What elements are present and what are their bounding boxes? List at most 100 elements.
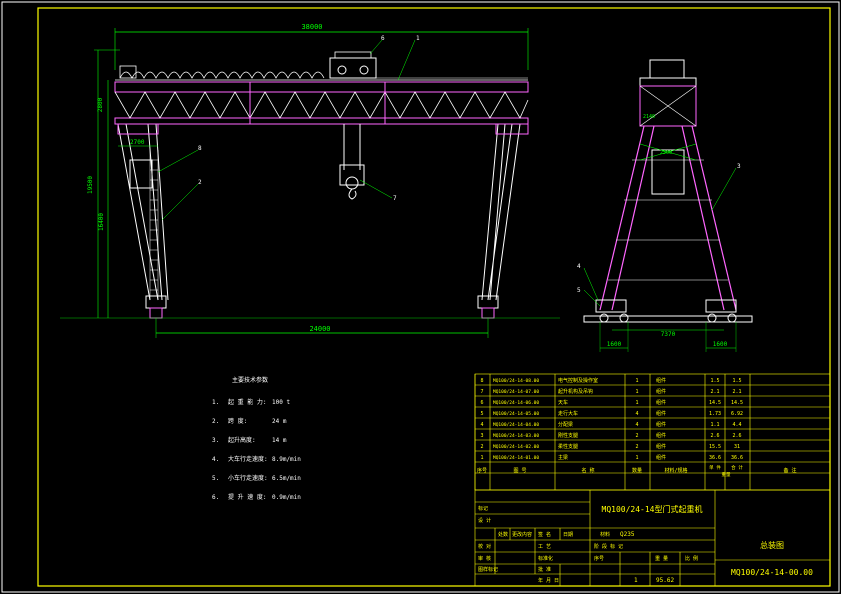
tb-weight: 重 量 <box>655 555 668 562</box>
side-label-top: 2140 <box>643 114 655 120</box>
param-num: 2. <box>212 418 219 425</box>
bom-no: 6 <box>480 400 483 406</box>
tb-process: 处数 <box>498 531 508 538</box>
tb-material-label: 材料 <box>600 531 610 538</box>
param-value: 0.9m/min <box>272 494 301 501</box>
bom-w2: 1.5 <box>732 378 741 384</box>
bom-no: 2 <box>480 444 483 450</box>
bom-h-name: 名 称 <box>581 467 594 474</box>
params-title: 主要技术参数 <box>232 376 268 384</box>
tb-stage: 阶 段 标 记 <box>594 543 623 550</box>
bom-qty: 2 <box>635 444 638 450</box>
bom-w2: 2.6 <box>732 433 741 439</box>
bom-code: MQ100/24-14-05.00 <box>493 411 539 417</box>
tb-date: 日期 <box>563 532 573 538</box>
bom-qty: 1 <box>635 455 638 461</box>
technical-params: 主要技术参数 1. 起 重 能 力: 100 t 2. 跨 度: 24 m 3. 起升高度: 1… <box>212 376 301 501</box>
tb-drawing-no: MQ100/24-14-00.00 <box>731 568 813 577</box>
callout-5: 5 <box>577 287 581 294</box>
side-dim-base: 7370 <box>661 331 676 338</box>
bom-h-weight: 重量 <box>722 471 731 478</box>
bom-mat: 组件 <box>656 421 666 428</box>
bom-mat: 组件 <box>656 454 666 461</box>
callout-1: 1 <box>416 35 420 42</box>
tb-std: 标准化 <box>538 555 553 562</box>
tb-qty: 1 <box>634 577 638 584</box>
tb-mark: 标记 <box>478 505 488 512</box>
bom-w1: 15.5 <box>709 444 721 450</box>
bom-name: 走行大车 <box>558 410 578 417</box>
bom-no: 4 <box>480 422 483 428</box>
bom-mat: 组件 <box>656 410 666 417</box>
dim-leg: 16400 <box>98 213 105 231</box>
bom-w2: 2.1 <box>732 389 741 395</box>
bom-qty: 1 <box>635 400 638 406</box>
tb-weight-val: 95.62 <box>656 577 674 584</box>
param-num: 3. <box>212 437 219 444</box>
bom-mat: 组件 <box>656 443 666 450</box>
param-value: 8.9m/min <box>272 456 301 463</box>
param-num: 6. <box>212 494 219 501</box>
side-dim-left: 1600 <box>607 341 622 348</box>
bom-w1: 1.73 <box>709 411 721 417</box>
tb-scale: 比 例 <box>685 555 698 562</box>
bom-mat: 组件 <box>656 399 666 406</box>
bom-w2: 6.92 <box>731 411 743 417</box>
tb-view-name: 总装图 <box>760 540 784 550</box>
bom-name: 电气控制及操作室 <box>558 377 598 384</box>
tb-check: 校 对 <box>478 543 491 550</box>
callout-4: 4 <box>577 263 581 270</box>
param-value: 6.5m/min <box>272 475 301 482</box>
tb-design: 设 计 <box>478 517 491 524</box>
bom-no: 5 <box>480 411 483 417</box>
param-label: 跨 度: <box>228 417 247 425</box>
bom-qty: 1 <box>635 389 638 395</box>
bom-name: 柔性支腿 <box>558 443 578 450</box>
bom-w1: 2.1 <box>710 389 719 395</box>
inner-frame <box>37 7 831 587</box>
param-label: 起升高度: <box>228 436 256 444</box>
callout-8: 8 <box>198 145 202 152</box>
right-leg <box>481 123 521 301</box>
bom-no: 1 <box>480 455 483 461</box>
bom-qty: 2 <box>635 433 638 439</box>
bom-name: 分配梁 <box>558 421 573 428</box>
param-label: 小车行走速度: <box>228 474 268 482</box>
callout-3: 3 <box>737 163 741 170</box>
tb-drawing-title: MQ100/24-14型门式起重机 <box>602 504 703 514</box>
tb-craft: 工 艺 <box>538 544 551 550</box>
bom-w2: 31 <box>734 444 740 450</box>
dim-top: 38000 <box>301 23 322 31</box>
tb-change: 更改内容 <box>512 531 532 538</box>
side-dim-right: 1600 <box>713 341 728 348</box>
bom-w1: 36.6 <box>709 455 721 461</box>
bom-qty: 4 <box>635 411 638 417</box>
bom-w1: 1.1 <box>710 422 719 428</box>
bom-h-mat: 材料/规格 <box>664 467 687 474</box>
dim-cab: 2700 <box>130 139 145 146</box>
bom-w1: 14.5 <box>709 400 721 406</box>
bom-h-remark: 备 注 <box>783 467 796 474</box>
side-label-mid: 2500 <box>660 150 672 156</box>
tb-approve: 批 准 <box>538 566 551 573</box>
bom-name: 起升机构及吊钩 <box>558 388 593 395</box>
bom-w2: 4.4 <box>732 422 741 428</box>
bom-mat: 组件 <box>656 377 666 384</box>
bom-no: 3 <box>480 433 483 439</box>
bom-code: MQ100/24-14-06.00 <box>493 400 539 406</box>
bom-h-no: 序号 <box>477 467 487 474</box>
bom-w1: 2.6 <box>710 433 719 439</box>
tb-sign: 签 名 <box>538 531 551 538</box>
param-value: 100 t <box>272 399 290 406</box>
bom-no: 7 <box>480 389 483 395</box>
tb-seq: 序号 <box>594 555 604 562</box>
tb-review: 审 核 <box>478 555 491 562</box>
bom-h-w2: 合 计 <box>731 464 743 471</box>
param-num: 1. <box>212 399 219 406</box>
bom-h-w1: 单 件 <box>709 464 721 471</box>
callout-7: 7 <box>393 195 397 202</box>
bom-w2: 36.6 <box>731 455 743 461</box>
girder-truss <box>114 91 529 119</box>
dim-total: 19500 <box>87 176 94 194</box>
bom-qty: 4 <box>635 422 638 428</box>
